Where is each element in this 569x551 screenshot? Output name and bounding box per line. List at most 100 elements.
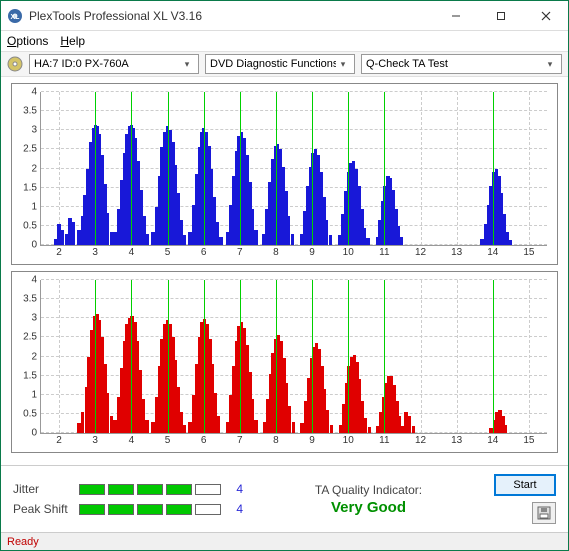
disc-icon — [7, 56, 23, 72]
y-tick-label: 1.5 — [23, 370, 37, 381]
ratings: Jitter 4 Peak Shift 4 — [13, 482, 243, 516]
x-tick-label: 2 — [56, 435, 62, 446]
drive-select-value: HA:7 ID:0 PX-760A — [34, 58, 180, 70]
y-tick-label: 0.5 — [23, 220, 37, 231]
chart-top: 00.511.522.533.5423456789101112131415 — [11, 83, 558, 265]
peak-marker — [312, 280, 313, 433]
bar — [72, 222, 75, 245]
peak-marker — [240, 280, 241, 433]
chevron-down-icon: ▾ — [543, 59, 557, 70]
peakshift-value: 4 — [229, 502, 243, 516]
y-tick-label: 2.5 — [23, 144, 37, 155]
bar — [509, 240, 512, 245]
x-tick-label: 3 — [92, 435, 98, 446]
bar — [329, 235, 332, 245]
y-tick-label: 4 — [31, 275, 37, 286]
x-tick-label: 2 — [56, 247, 62, 258]
x-tick-label: 8 — [273, 247, 279, 258]
peak-marker — [384, 280, 385, 433]
jitter-value: 4 — [229, 482, 243, 496]
peak-marker — [168, 280, 169, 433]
peak-marker — [131, 92, 132, 245]
close-button[interactable] — [523, 1, 568, 30]
bar — [145, 420, 148, 433]
bar — [219, 237, 222, 245]
peak-marker — [168, 92, 169, 245]
maximize-button[interactable] — [478, 1, 523, 30]
y-tick-label: 1 — [31, 201, 37, 212]
bottom-panel: Jitter 4 Peak Shift 4 TA Quality Indicat… — [1, 465, 568, 532]
y-tick-label: 3 — [31, 313, 37, 324]
save-image-button[interactable] — [532, 502, 556, 524]
bar — [254, 230, 257, 245]
peak-marker — [276, 280, 277, 433]
bar — [291, 234, 294, 245]
x-tick-label: 13 — [451, 435, 462, 446]
x-tick-label: 13 — [451, 247, 462, 258]
y-tick-label: 2.5 — [23, 332, 37, 343]
bar — [400, 237, 403, 245]
segment — [108, 504, 134, 515]
x-tick-label: 6 — [201, 247, 207, 258]
peak-marker — [95, 92, 96, 245]
x-tick-label: 10 — [343, 247, 354, 258]
peak-marker — [204, 280, 205, 433]
start-button[interactable]: Start — [494, 474, 556, 496]
chevron-down-icon: ▾ — [336, 59, 350, 70]
segment — [108, 484, 134, 495]
x-tick-label: 9 — [309, 435, 315, 446]
x-tick-label: 12 — [415, 435, 426, 446]
peak-marker — [95, 280, 96, 433]
x-tick-label: 10 — [343, 435, 354, 446]
x-tick-label: 7 — [237, 435, 243, 446]
jitter-row: Jitter 4 — [13, 482, 243, 496]
bar — [146, 234, 149, 245]
y-tick-label: 2 — [31, 351, 37, 362]
chevron-down-icon: ▾ — [180, 59, 194, 70]
test-select[interactable]: Q-Check TA Test ▾ — [361, 54, 562, 74]
peak-marker — [493, 92, 494, 245]
x-tick-label: 7 — [237, 247, 243, 258]
menu-help[interactable]: Help — [60, 34, 85, 48]
segment — [137, 484, 163, 495]
x-tick-label: 5 — [165, 435, 171, 446]
menubar: Options Help — [1, 31, 568, 51]
segment — [166, 504, 192, 515]
ta-title: TA Quality Indicator: — [243, 483, 494, 497]
svg-text:XL: XL — [11, 14, 21, 21]
x-tick-label: 15 — [523, 435, 534, 446]
drive-select[interactable]: HA:7 ID:0 PX-760A ▾ — [29, 54, 199, 74]
segment — [79, 484, 105, 495]
segment — [79, 504, 105, 515]
minimize-button[interactable] — [433, 1, 478, 30]
app-icon: XL — [7, 8, 23, 24]
peakshift-label: Peak Shift — [13, 502, 71, 516]
bar — [504, 425, 507, 433]
y-tick-label: 3.5 — [23, 106, 37, 117]
x-tick-label: 15 — [523, 247, 534, 258]
function-select[interactable]: DVD Diagnostic Functions ▾ — [205, 54, 355, 74]
x-tick-label: 9 — [309, 247, 315, 258]
y-tick-label: 3 — [31, 125, 37, 136]
peak-marker — [493, 280, 494, 433]
x-tick-label: 4 — [129, 247, 135, 258]
segment — [195, 504, 221, 515]
chart-area: 00.511.522.533.5423456789101112131415 00… — [1, 77, 568, 465]
bar — [368, 427, 371, 433]
bar — [412, 426, 415, 433]
jitter-label: Jitter — [13, 482, 71, 496]
menu-options[interactable]: Options — [7, 34, 48, 48]
titlebar: XL PlexTools Professional XL V3.16 — [1, 1, 568, 31]
segment — [166, 484, 192, 495]
y-tick-label: 3.5 — [23, 294, 37, 305]
peak-marker — [276, 92, 277, 245]
segment — [195, 484, 221, 495]
floppy-icon — [537, 506, 551, 520]
status-text: Ready — [7, 536, 39, 548]
statusbar: Ready — [1, 532, 568, 550]
peak-marker — [131, 280, 132, 433]
peak-marker — [348, 92, 349, 245]
x-tick-label: 11 — [379, 247, 389, 258]
function-select-value: DVD Diagnostic Functions — [210, 58, 336, 70]
toolbar: HA:7 ID:0 PX-760A ▾ DVD Diagnostic Funct… — [1, 51, 568, 77]
